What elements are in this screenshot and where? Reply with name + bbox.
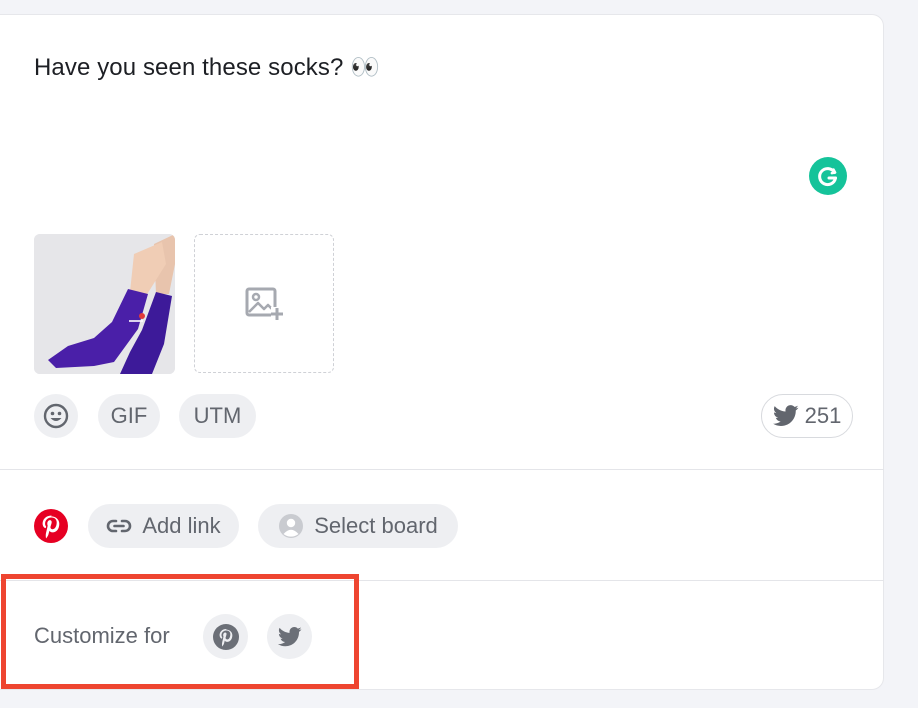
socks-image bbox=[34, 234, 175, 374]
pinterest-icon bbox=[34, 509, 68, 543]
add-media-button[interactable] bbox=[194, 234, 334, 373]
post-text[interactable]: Have you seen these socks? 👀 bbox=[34, 53, 380, 82]
character-count-value: 251 bbox=[804, 403, 842, 428]
emoji-button[interactable] bbox=[34, 394, 78, 438]
image-add-icon bbox=[245, 287, 283, 320]
emoji-icon bbox=[43, 403, 69, 429]
avatar-icon bbox=[279, 514, 304, 538]
character-counter: 251 bbox=[761, 394, 853, 438]
select-board-label: Select board bbox=[314, 513, 438, 538]
twitter-icon bbox=[772, 405, 799, 426]
select-board-button[interactable]: Select board bbox=[258, 504, 458, 548]
link-icon bbox=[107, 519, 132, 533]
add-link-label: Add link bbox=[142, 513, 221, 538]
grammarly-icon[interactable] bbox=[809, 157, 847, 195]
add-link-button[interactable]: Add link bbox=[88, 504, 239, 548]
section-divider bbox=[0, 469, 884, 470]
gif-button[interactable]: GIF bbox=[98, 394, 160, 438]
highlight-box bbox=[1, 574, 359, 689]
media-thumbnail[interactable] bbox=[34, 234, 175, 374]
utm-button[interactable]: UTM bbox=[179, 394, 256, 438]
